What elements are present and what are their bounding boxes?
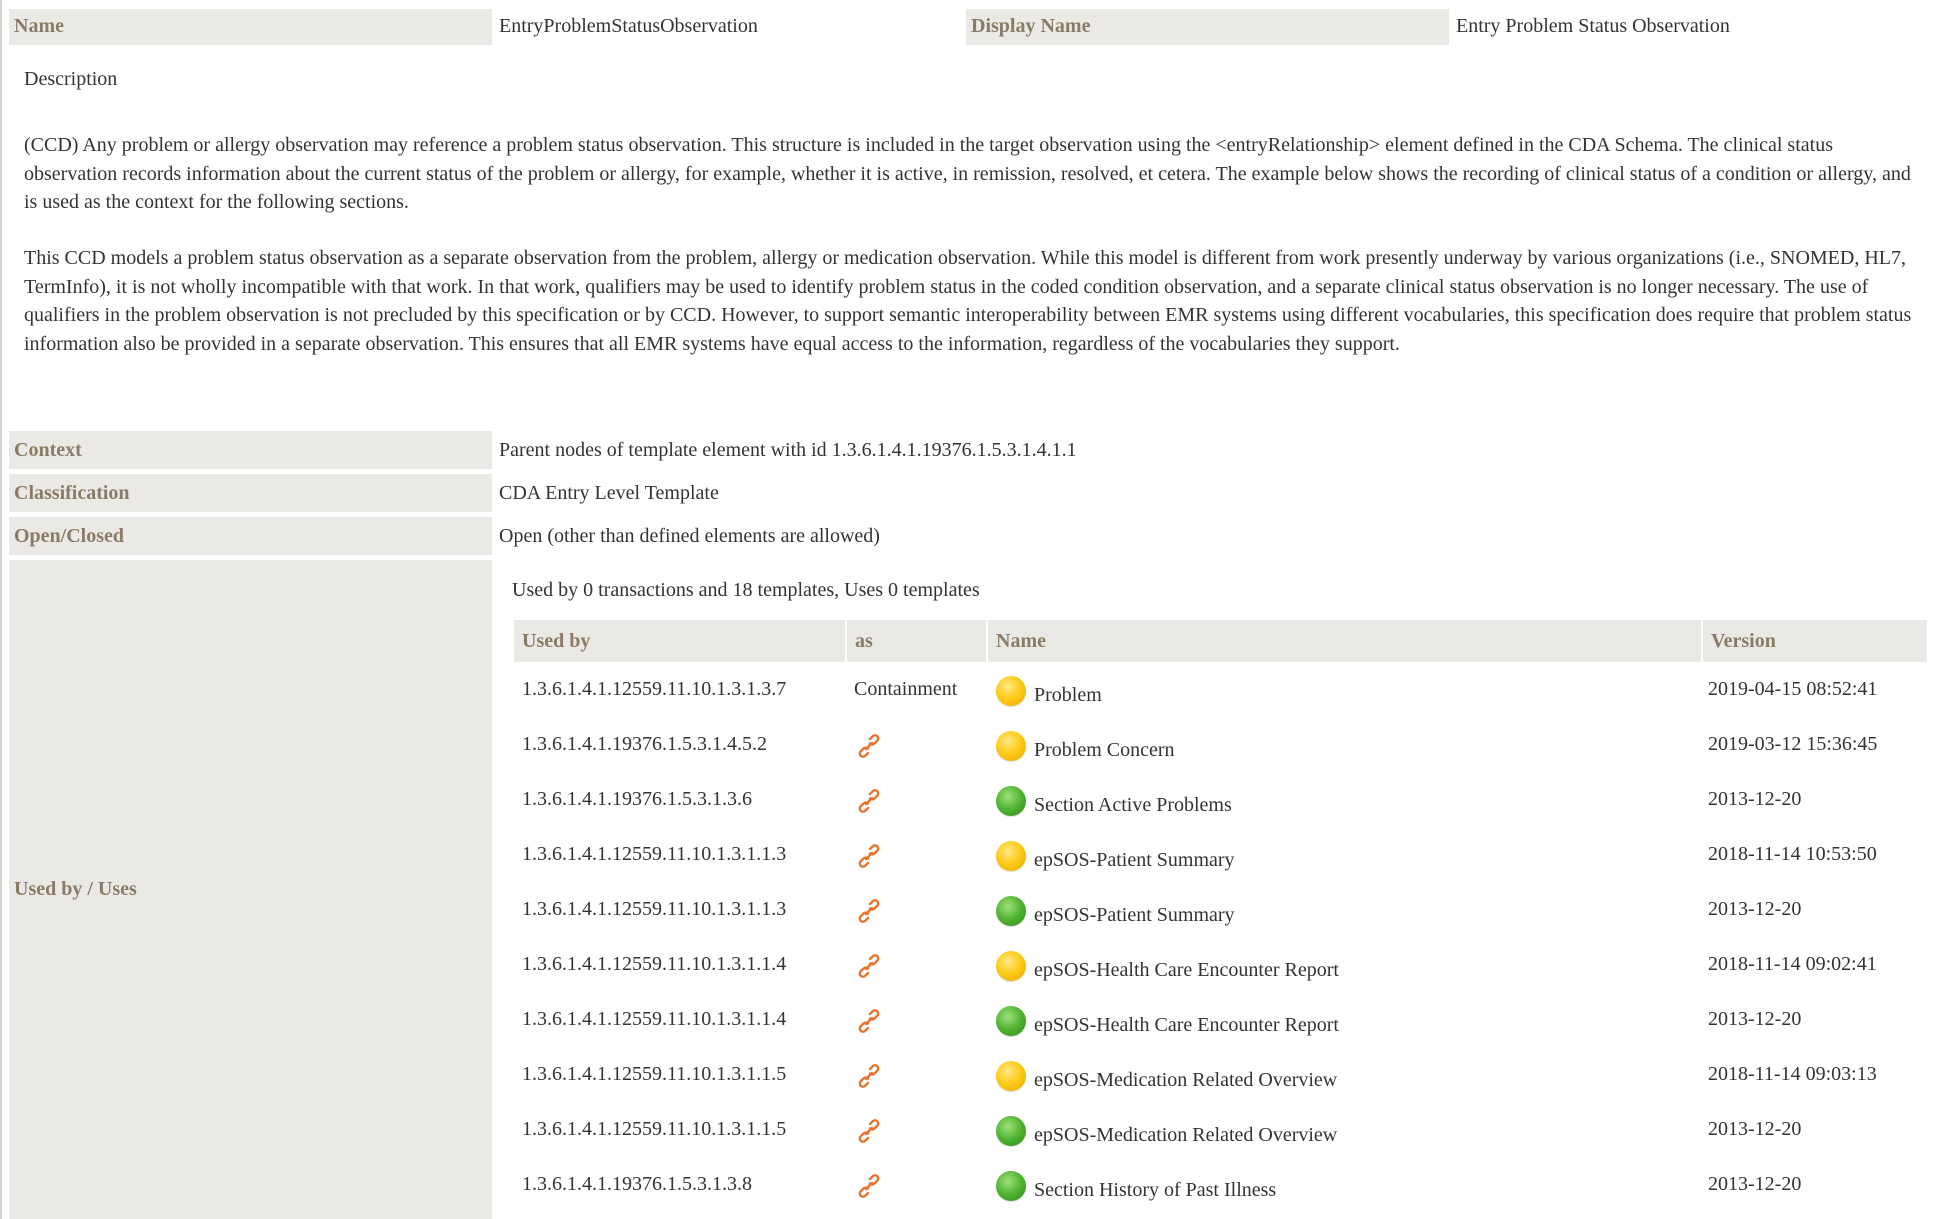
- template-name[interactable]: epSOS-Patient Summary: [1034, 849, 1235, 872]
- table-row: 1.3.6.1.4.1.12559.11.10.1.3.1.1.3 epSOS-P…: [514, 831, 1927, 886]
- table-row: 1.3.6.1.4.1.12559.11.10.1.3.1.3.7 Contain…: [514, 666, 1927, 721]
- template-name[interactable]: epSOS-Health Care Encounter Report: [1034, 959, 1339, 982]
- template-name[interactable]: Section Active Problems: [1034, 794, 1232, 817]
- used-by-uses-label: Used by / Uses: [9, 560, 492, 1219]
- context-label: Context: [9, 431, 492, 469]
- used-by-template-id[interactable]: 1.3.6.1.4.1.19376.1.5.3.1.4.5.2: [522, 733, 767, 756]
- description-paragraph: (CCD) Any problem or allergy observation…: [24, 134, 1911, 213]
- description-paragraph: This CCD models a problem status observa…: [24, 247, 1912, 355]
- used-by-template-id[interactable]: 1.3.6.1.4.1.12559.11.10.1.3.1.1.4: [522, 953, 786, 976]
- relationship-type: Containment: [854, 678, 958, 700]
- template-version: 2019-03-12 15:36:45: [1708, 733, 1878, 755]
- display-name-label: Display Name: [966, 9, 1449, 45]
- table-row: 1.3.6.1.4.1.12559.11.10.1.3.1.1.4 epSOS-H…: [514, 941, 1927, 996]
- status-active-icon: [996, 1006, 1026, 1036]
- column-header-as[interactable]: as: [847, 620, 986, 662]
- template-version: 2018-11-14 09:03:13: [1708, 1063, 1877, 1085]
- context-value: Parent nodes of template element with id…: [499, 439, 1077, 461]
- classification-label: Classification: [9, 474, 492, 512]
- open-closed-value: Open (other than defined elements are al…: [499, 525, 880, 547]
- template-version: 2019-04-15 08:52:41: [1708, 678, 1878, 700]
- template-name[interactable]: epSOS-Medication Related Overview: [1034, 1069, 1337, 1092]
- link-icon[interactable]: [856, 953, 884, 979]
- used-by-template-id[interactable]: 1.3.6.1.4.1.19376.1.5.3.1.3.8: [522, 1173, 752, 1196]
- description-title: Description: [24, 68, 118, 90]
- template-version: 2013-12-20: [1708, 1173, 1802, 1195]
- template-name[interactable]: Problem Concern: [1034, 739, 1175, 762]
- display-name-value: Entry Problem Status Observation: [1456, 15, 1730, 37]
- template-version: 2018-11-14 09:02:41: [1708, 953, 1877, 975]
- link-icon[interactable]: [856, 1008, 884, 1034]
- table-row: 1.3.6.1.4.1.12559.11.10.1.3.1.1.4 epSOS-H…: [514, 996, 1927, 1051]
- status-draft-icon: [996, 841, 1026, 871]
- classification-value: CDA Entry Level Template: [499, 482, 719, 504]
- link-icon[interactable]: [856, 898, 884, 924]
- open-closed-label: Open/Closed: [9, 517, 492, 555]
- link-icon[interactable]: [856, 1118, 884, 1144]
- table-row: 1.3.6.1.4.1.12559.11.10.1.3.1.1.5 epSOS-M…: [514, 1051, 1927, 1106]
- table-row: 1.3.6.1.4.1.12559.11.10.1.3.1.1.3 epSOS-P…: [514, 886, 1927, 941]
- link-icon[interactable]: [856, 1173, 884, 1199]
- template-version: 2013-12-20: [1708, 1118, 1802, 1140]
- table-row: 1.3.6.1.4.1.19376.1.5.3.1.4.5.2 Problem C…: [514, 721, 1927, 776]
- column-header-name[interactable]: Name: [988, 620, 1701, 662]
- status-active-icon: [996, 1171, 1026, 1201]
- template-version: 2013-12-20: [1708, 898, 1802, 920]
- used-by-template-id[interactable]: 1.3.6.1.4.1.12559.11.10.1.3.1.1.3: [522, 898, 786, 921]
- template-name[interactable]: epSOS-Health Care Encounter Report: [1034, 1014, 1339, 1037]
- used-by-template-id[interactable]: 1.3.6.1.4.1.12559.11.10.1.3.1.3.7: [522, 678, 786, 701]
- status-draft-icon: [996, 676, 1026, 706]
- used-by-template-id[interactable]: 1.3.6.1.4.1.12559.11.10.1.3.1.1.4: [522, 1008, 786, 1031]
- template-version: 2013-12-20: [1708, 788, 1802, 810]
- template-name[interactable]: epSOS-Patient Summary: [1034, 904, 1235, 927]
- used-by-template-id[interactable]: 1.3.6.1.4.1.12559.11.10.1.3.1.1.3: [522, 843, 786, 866]
- link-icon[interactable]: [856, 733, 884, 759]
- status-draft-icon: [996, 1061, 1026, 1091]
- name-label: Name: [9, 9, 492, 45]
- link-icon[interactable]: [856, 1063, 884, 1089]
- template-version: 2018-11-14 10:53:50: [1708, 843, 1877, 865]
- status-active-icon: [996, 786, 1026, 816]
- template-name[interactable]: Section History of Past Illness: [1034, 1179, 1276, 1202]
- used-by-template-id[interactable]: 1.3.6.1.4.1.12559.11.10.1.3.1.1.5: [522, 1063, 786, 1086]
- status-active-icon: [996, 896, 1026, 926]
- link-icon[interactable]: [856, 788, 884, 814]
- template-name[interactable]: epSOS-Medication Related Overview: [1034, 1124, 1337, 1147]
- table-row: 1.3.6.1.4.1.12559.11.10.1.3.1.1.5 epSOS-M…: [514, 1106, 1927, 1161]
- template-name[interactable]: Problem: [1034, 684, 1102, 707]
- usage-summary: Used by 0 transactions and 18 templates,…: [512, 579, 980, 601]
- status-draft-icon: [996, 731, 1026, 761]
- link-icon[interactable]: [856, 843, 884, 869]
- status-active-icon: [996, 1116, 1026, 1146]
- column-header-version[interactable]: Version: [1703, 620, 1927, 662]
- name-value: EntryProblemStatusObservation: [499, 15, 758, 37]
- used-by-template-id[interactable]: 1.3.6.1.4.1.12559.11.10.1.3.1.1.5: [522, 1118, 786, 1141]
- used-by-uses-text: Used by / Uses: [14, 878, 137, 900]
- table-row: 1.3.6.1.4.1.19376.1.5.3.1.3.6 Section Act…: [514, 776, 1927, 831]
- template-version: 2013-12-20: [1708, 1008, 1802, 1030]
- used-by-template-id[interactable]: 1.3.6.1.4.1.19376.1.5.3.1.3.6: [522, 788, 752, 811]
- status-draft-icon: [996, 951, 1026, 981]
- table-row: 1.3.6.1.4.1.19376.1.5.3.1.3.8 Section His…: [514, 1161, 1927, 1216]
- column-header-used-by[interactable]: Used by: [514, 620, 845, 662]
